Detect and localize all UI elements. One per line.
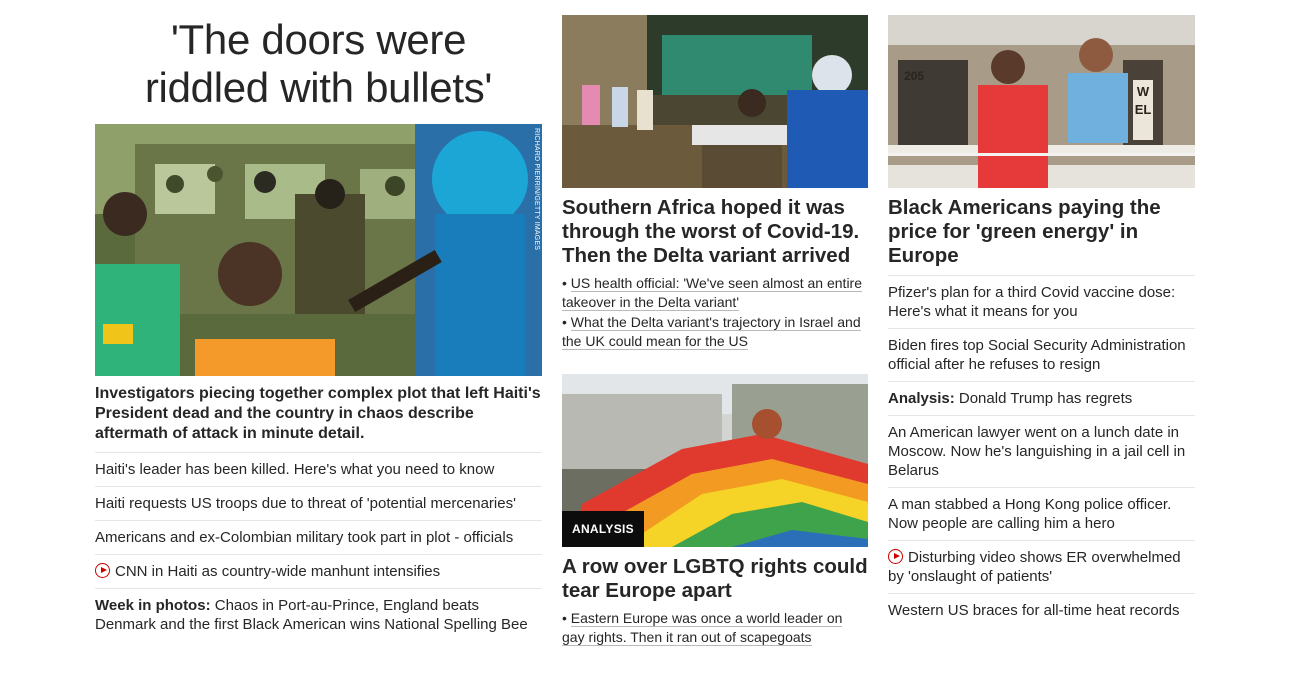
lead-summary[interactable]: Investigators piecing together complex p… [95,376,542,452]
play-icon [95,563,110,578]
lead-headline-line2[interactable]: riddled with bullets' [95,64,542,112]
lgbtq-story-title[interactable]: A row over LGBTQ rights could tear Europ… [562,547,868,609]
right-link-1[interactable]: Pfizer's plan for a third Covid vaccine … [888,275,1195,328]
video-link-label: CNN in Haiti as country-wide manhunt int… [115,563,441,580]
covid-story-title[interactable]: Southern Africa hoped it was through the… [562,188,868,274]
analysis-prefix: Analysis: [888,390,955,407]
right-link-2[interactable]: Biden fires top Social Security Administ… [888,328,1195,381]
photo-credit: RICHARD PIERRIN/GETTY IMAGES [533,128,540,251]
play-icon [888,549,903,564]
right-link-analysis[interactable]: Analysis: Donald Trump has regrets [888,381,1195,415]
right-link-5[interactable]: Western US braces for all-time heat reco… [888,593,1195,627]
covid-sub-link-1-text[interactable]: US health official: 'We've seen almost a… [562,275,863,311]
covid-sub-link-2-text[interactable]: What the Delta variant's trajectory in I… [562,314,861,350]
covid-sub-link-1[interactable]: • US health official: 'We've seen almost… [562,274,868,312]
right-video-label: Disturbing video shows ER overwhelmed by… [888,549,1181,585]
analysis-text: Donald Trump has regrets [954,390,1133,407]
right-link-video[interactable]: Disturbing video shows ER overwhelmed by… [888,540,1195,593]
right-column: 205 WEL Black Americans paying the price… [888,0,1195,627]
related-link-1[interactable]: Haiti's leader has been killed. Here's w… [95,452,542,486]
house-number: 205 [904,69,925,83]
lgbtq-sub-link[interactable]: • Eastern Europe was once a world leader… [562,609,868,647]
lgbtq-photo[interactable]: ANALYSIS [562,374,868,547]
week-in-photos-prefix: Week in photos: [95,597,211,614]
covid-sub-link-2[interactable]: • What the Delta variant's trajectory in… [562,313,868,351]
related-link-3[interactable]: Americans and ex-Colombian military took… [95,520,542,554]
lead-story-column: 'The doors were riddled with bullets' RI… [95,0,542,641]
analysis-badge: ANALYSIS [562,511,644,547]
related-link-video[interactable]: CNN in Haiti as country-wide manhunt int… [95,554,542,588]
week-in-photos-link[interactable]: Week in photos: Chaos in Port-au-Prince,… [95,588,542,641]
green-energy-photo[interactable]: 205 WEL [888,15,1195,188]
right-link-4[interactable]: A man stabbed a Hong Kong police officer… [888,487,1195,540]
middle-column: Southern Africa hoped it was through the… [562,0,868,647]
lgbtq-sub-link-text[interactable]: Eastern Europe was once a world leader o… [562,610,843,646]
green-energy-title[interactable]: Black Americans paying the price for 'gr… [888,188,1195,275]
lead-headline-line1[interactable]: 'The doors were [95,16,542,64]
haiti-photo[interactable]: RICHARD PIERRIN/GETTY IMAGES [95,124,542,376]
covid-africa-photo[interactable] [562,15,868,188]
right-link-3[interactable]: An American lawyer went on a lunch date … [888,415,1195,487]
related-link-2[interactable]: Haiti requests US troops due to threat o… [95,486,542,520]
welcome-sign: WEL [1134,84,1152,117]
lead-headline[interactable]: 'The doors were riddled with bullets' [95,16,542,112]
